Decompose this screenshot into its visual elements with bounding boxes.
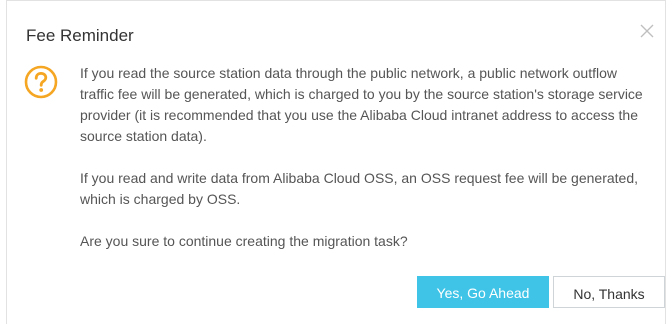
yes-go-ahead-button[interactable]: Yes, Go Ahead [417,276,549,308]
traffic-fee-paragraph: If you read the source station data thro… [80,65,643,144]
dialog-body: If you read the source station data thro… [80,63,650,252]
question-circle-icon [24,65,58,99]
dialog-title: Fee Reminder [26,26,134,45]
close-icon[interactable] [637,21,657,41]
fee-reminder-dialog: Fee Reminder If you read the source stat… [6,0,666,324]
no-thanks-button[interactable]: No, Thanks [553,276,665,308]
confirm-question: Are you sure to continue creating the mi… [80,233,408,249]
oss-fee-paragraph: If you read and write data from Alibaba … [80,170,638,207]
